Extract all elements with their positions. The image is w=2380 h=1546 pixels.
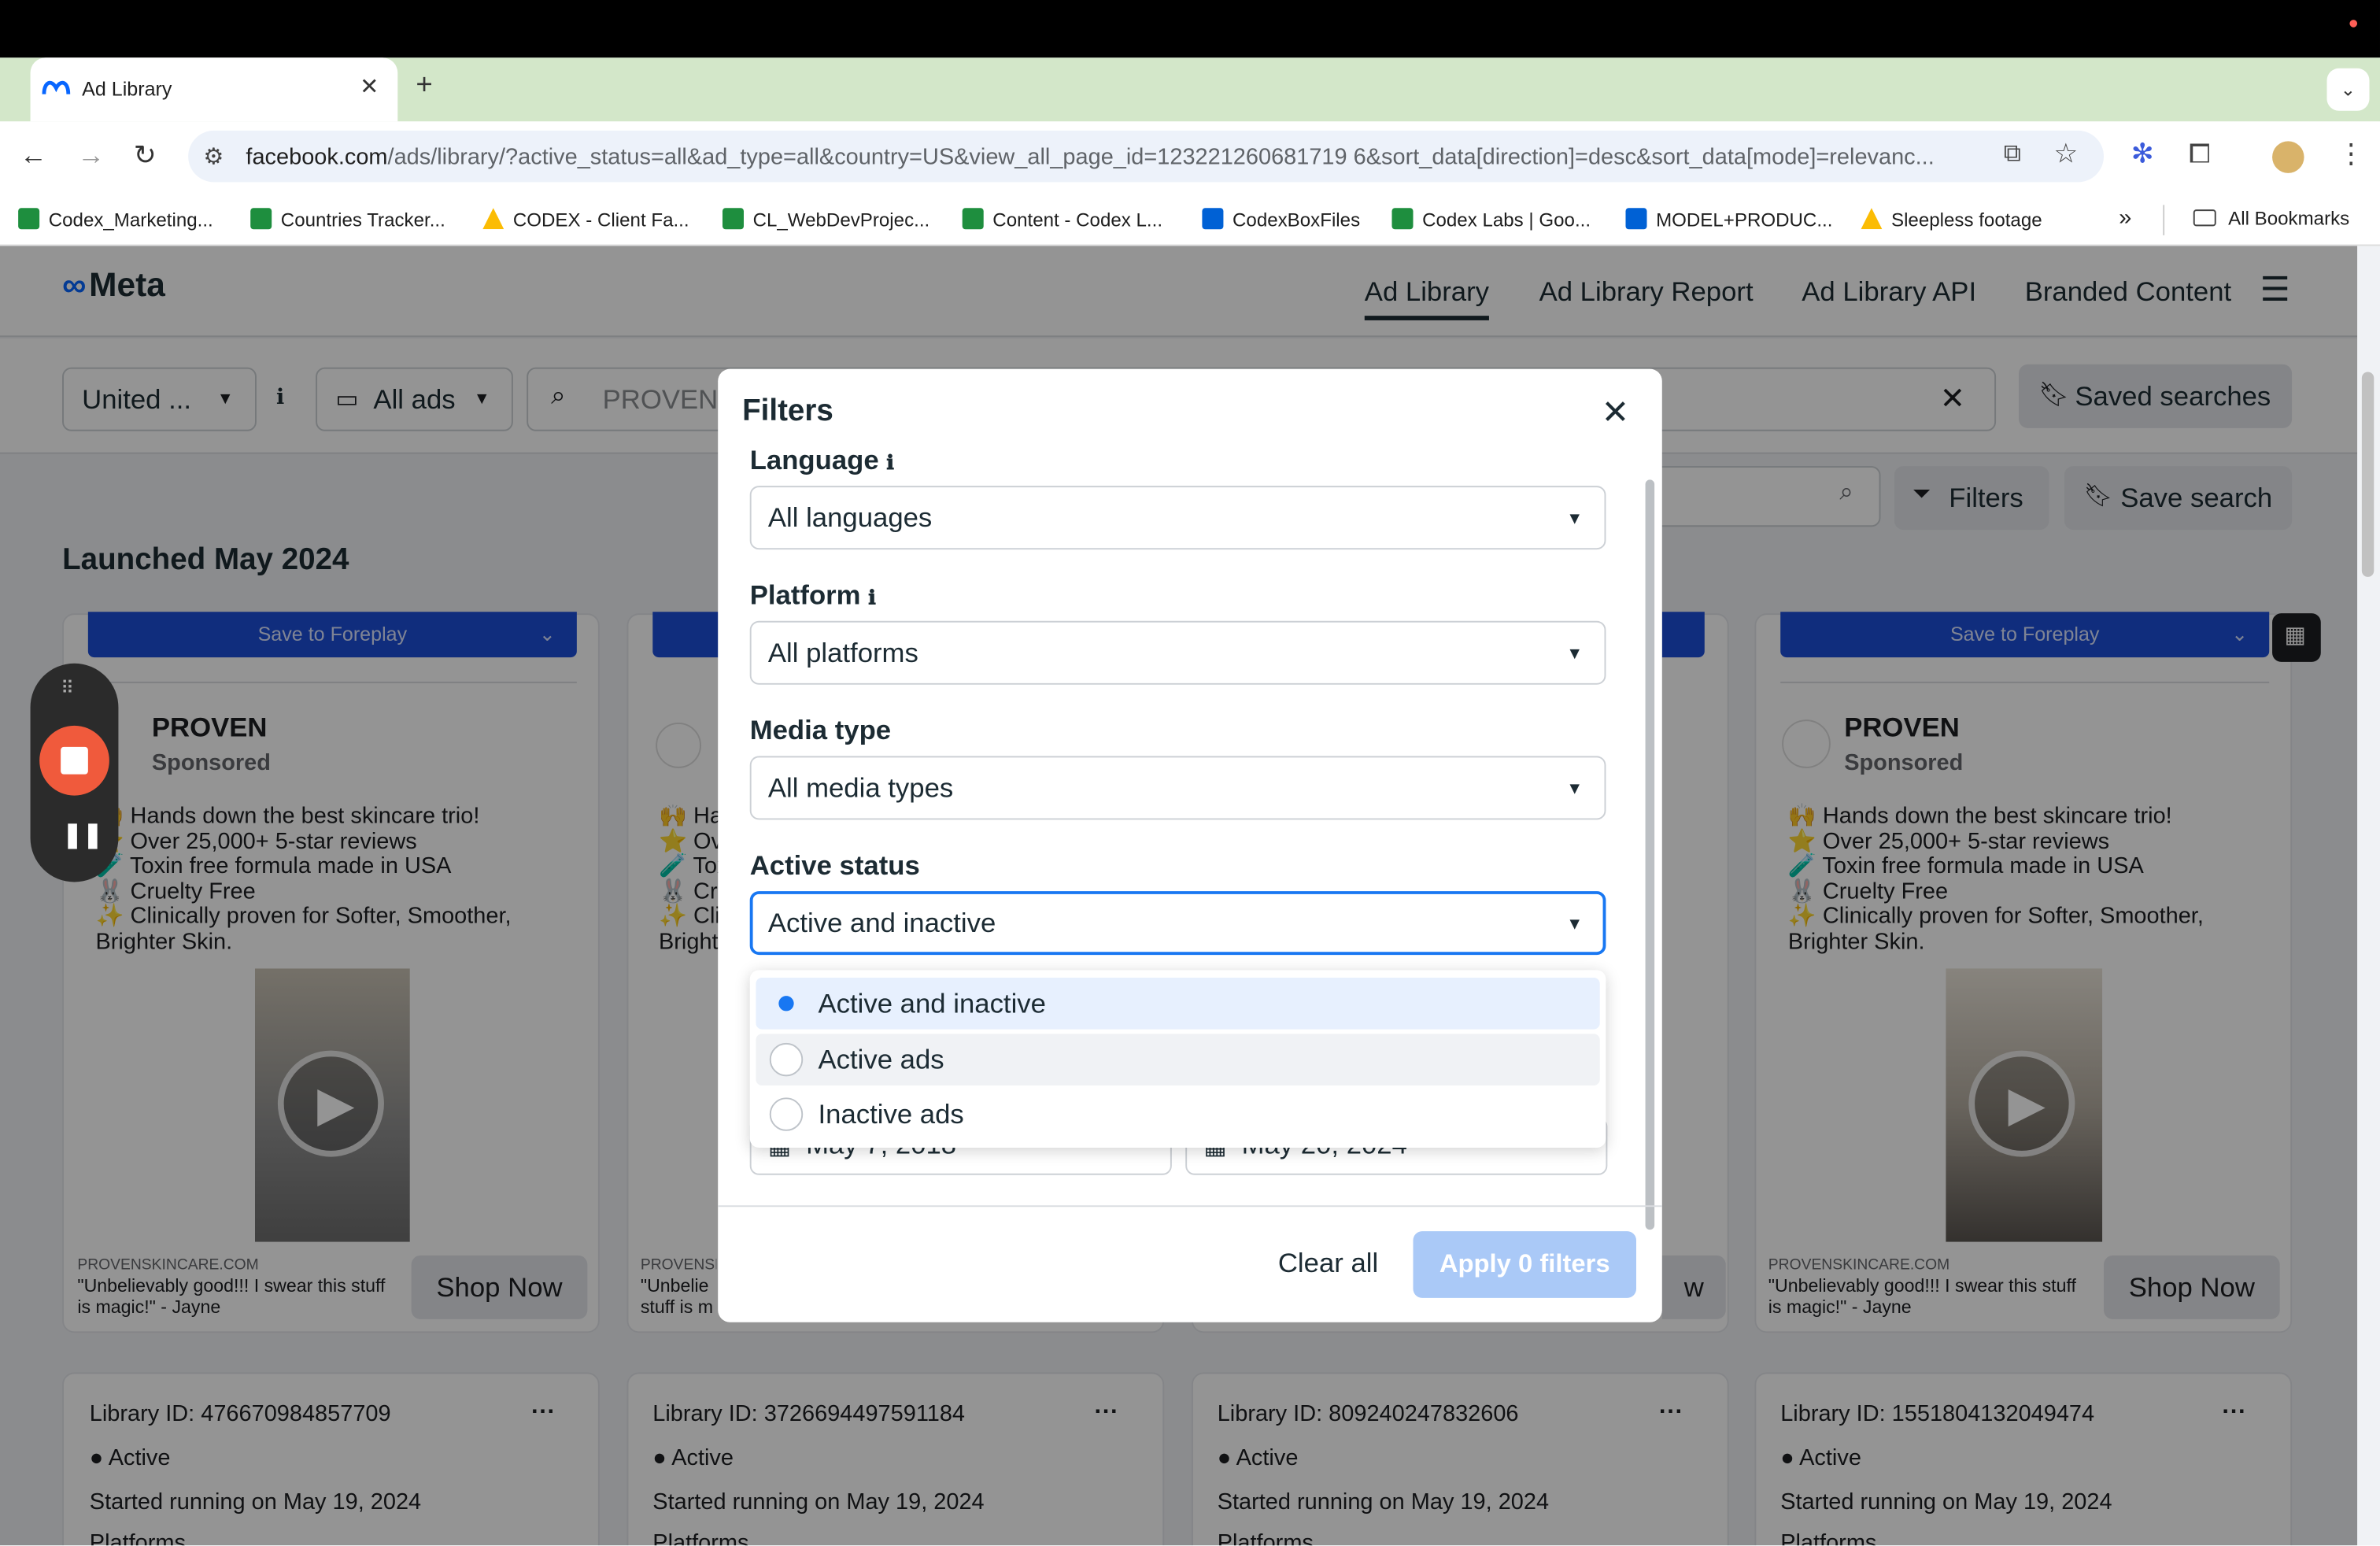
sheets-icon [962,208,984,230]
divider [2163,205,2165,235]
bookmark-item[interactable]: CodexBoxFiles [1202,208,1360,231]
caret-down-icon: ▼ [1566,780,1584,799]
tab-close-icon[interactable]: ✕ [360,73,379,100]
extension-asterisk-icon[interactable]: ✻ [2131,138,2154,169]
recording-indicator-icon [2349,20,2358,28]
info-icon: ℹ [868,586,876,609]
bookmark-item[interactable]: Content - Codex L... [962,208,1162,231]
install-app-icon[interactable]: ⧉ [2004,141,2021,168]
language-label: Language ℹ [749,445,894,475]
reload-icon[interactable]: ↻ [134,139,157,171]
apply-filters-button[interactable]: Apply 0 filters [1413,1231,1636,1298]
option-label: Active and inactive [818,988,1046,1019]
platform-value: All platforms [767,637,918,668]
media-type-label: Media type [749,715,892,745]
back-icon[interactable]: ← [20,139,47,171]
sheets-icon [1391,208,1414,230]
stop-recording-button[interactable] [39,725,109,796]
radio-selected-icon[interactable] [769,986,804,1020]
all-bookmarks[interactable]: All Bookmarks [2193,208,2349,229]
drive-icon [1861,208,1883,230]
modal-title: Filters [742,394,833,428]
bookmark-item[interactable]: Sleepless footage [1861,208,2042,231]
active-status-value: Active and inactive [767,908,996,938]
radio-icon[interactable] [769,1042,804,1077]
profile-avatar[interactable] [2272,141,2304,173]
clear-all-button[interactable]: Clear all [1278,1248,1378,1280]
modal-scrollbar[interactable] [1645,479,1655,1230]
bookmark-item[interactable]: Codex Labs | Goo... [1391,208,1591,231]
drive-icon [482,208,504,230]
browser-menu-icon[interactable]: ⋮ [2338,138,2365,169]
bookmark-star-icon[interactable]: ☆ [2053,138,2078,169]
tab-title: Ad Library [82,77,172,101]
forward-icon[interactable]: → [77,139,105,171]
more-bookmarks-icon[interactable]: » [2119,205,2131,231]
language-value: All languages [767,502,933,533]
new-tab-icon[interactable]: + [416,70,432,103]
option-label: Active ads [818,1044,944,1075]
extensions-puzzle-icon[interactable]: ⧠ [2189,138,2211,169]
media-type-value: All media types [767,772,954,804]
caret-down-icon: ▼ [1566,915,1584,934]
radio-icon[interactable] [769,1097,804,1131]
site-settings-icon[interactable]: ⚙ [203,142,224,170]
sheets-icon [250,208,272,230]
info-icon: ℹ [886,450,894,474]
meta-favicon-icon [42,80,71,94]
caret-down-icon: ▼ [1566,645,1584,664]
caret-down-icon: ▼ [1566,509,1584,529]
stop-icon [61,746,88,775]
folder-icon [2193,209,2216,227]
menu-bar [0,0,2380,58]
modal-footer-divider [718,1205,1662,1208]
tab-search-icon[interactable]: ⌄ [2326,68,2370,111]
bookmark-item[interactable]: Countries Tracker... [250,208,445,231]
box-icon [1202,208,1224,230]
option-label: Inactive ads [818,1099,964,1130]
sheets-icon [722,208,744,230]
bookmark-item[interactable]: CL_WebDevProjec... [722,208,929,231]
close-icon[interactable]: ✕ [1602,393,1630,432]
box-icon [1625,208,1647,230]
drag-handle-icon[interactable]: ⠿ [61,677,74,698]
platform-label: Platform ℹ [749,579,876,611]
active-status-label: Active status [749,849,920,881]
bookmark-item[interactable]: CODEX - Client Fa... [482,208,689,231]
bookmark-item[interactable]: Codex_Marketing... [18,208,213,231]
bookmark-item[interactable]: MODEL+PRODUC... [1625,208,1832,231]
pause-icon[interactable]: ❚❚ [62,819,103,850]
sheets-icon [18,208,40,230]
url-text[interactable]: facebook.com/ads/library/?active_status=… [246,144,1991,170]
page-scrollbar[interactable] [2361,372,2374,577]
